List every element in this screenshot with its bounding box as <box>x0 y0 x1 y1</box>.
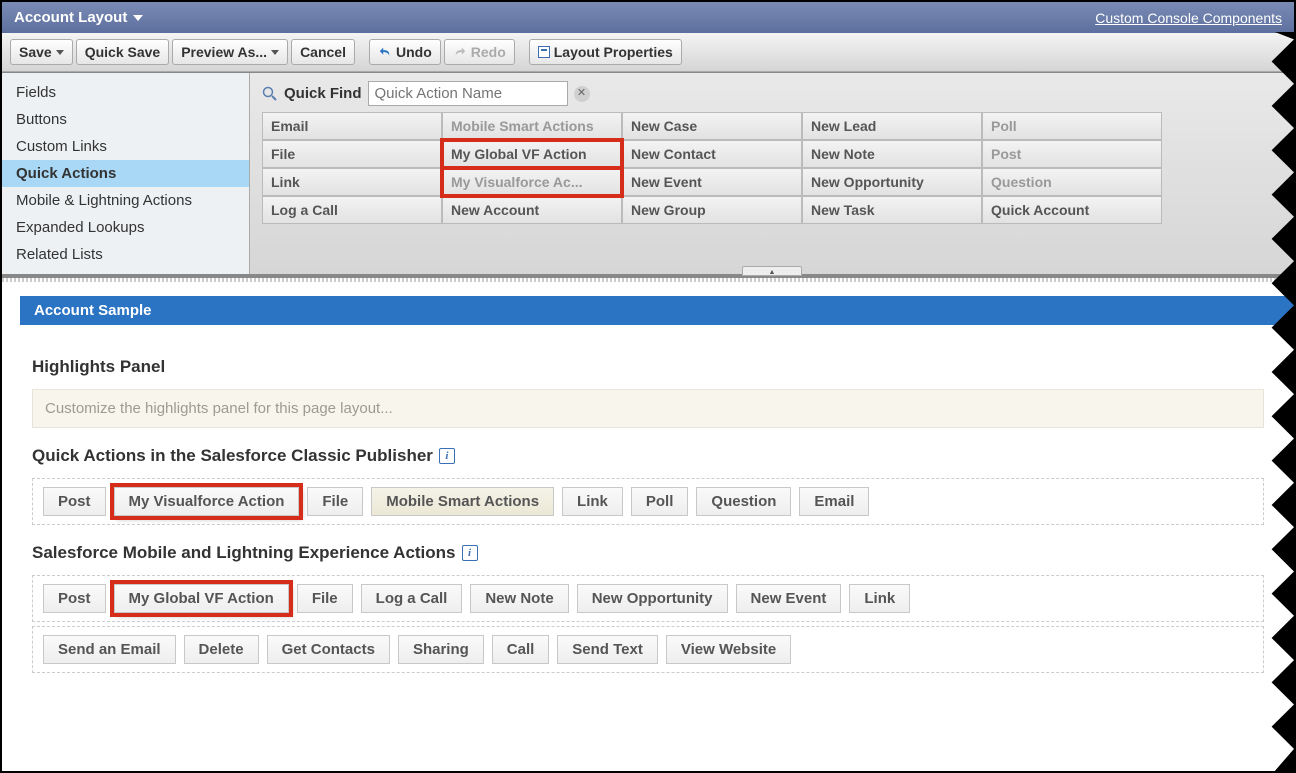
preview-as-button[interactable]: Preview As... <box>172 39 288 65</box>
undo-icon <box>378 45 392 59</box>
section-header: Account Sample <box>20 296 1294 325</box>
redo-button: Redo <box>444 39 515 65</box>
action-chip[interactable]: Link <box>562 487 623 516</box>
highlights-placeholder[interactable]: Customize the highlights panel for this … <box>32 389 1264 428</box>
chevron-down-icon <box>133 15 143 21</box>
layout-properties-button[interactable]: Layout Properties <box>529 39 682 65</box>
caret-down-icon <box>56 50 64 55</box>
palette-action[interactable]: Mobile Smart Actions <box>442 112 622 140</box>
palette-action[interactable]: New Account <box>442 196 622 224</box>
redo-icon <box>453 45 467 59</box>
action-chip[interactable]: File <box>307 487 363 516</box>
action-chip[interactable]: Send Text <box>557 635 658 664</box>
header-bar: Account Layout Custom Console Components <box>2 2 1294 33</box>
quick-find-label: Quick Find <box>284 85 362 102</box>
classic-actions-title: Quick Actions in the Salesforce Classic … <box>32 446 1264 466</box>
info-icon[interactable]: i <box>439 448 455 464</box>
action-chip[interactable]: Link <box>849 584 910 613</box>
action-grid: EmailMobile Smart ActionsNew CaseNew Lea… <box>262 112 1282 224</box>
cancel-button[interactable]: Cancel <box>291 39 355 65</box>
palette-main: Quick Find ✕ EmailMobile Smart ActionsNe… <box>250 73 1294 274</box>
action-chip[interactable]: Call <box>492 635 550 664</box>
custom-console-link[interactable]: Custom Console Components <box>1095 10 1282 26</box>
palette-action[interactable]: Post <box>982 140 1162 168</box>
sidebar-item[interactable]: Mobile & Lightning Actions <box>2 187 249 214</box>
toolbar: Save Quick Save Preview As... Cancel Und… <box>2 33 1294 72</box>
action-chip[interactable]: Sharing <box>398 635 484 664</box>
layout-title-dropdown[interactable]: Account Layout <box>14 9 143 26</box>
quick-save-button[interactable]: Quick Save <box>76 39 170 65</box>
sidebar-item[interactable]: Custom Links <box>2 133 249 160</box>
classic-actions-row[interactable]: Post My Visualforce ActionFile Mobile Smar… <box>32 478 1264 525</box>
palette-action[interactable]: New Opportunity <box>802 168 982 196</box>
action-chip[interactable]: Send an Email <box>43 635 176 664</box>
layout-editor-frame: Account Layout Custom Console Components… <box>0 0 1296 773</box>
palette-action[interactable]: Link <box>262 168 442 196</box>
action-chip[interactable]: Post <box>43 487 106 516</box>
action-chip[interactable]: Mobile Smart Actions <box>371 487 554 516</box>
palette-action[interactable]: New Lead <box>802 112 982 140</box>
sidebar-item[interactable]: Buttons <box>2 106 249 133</box>
lex-actions-row-2[interactable]: Send an Email Delete Get Contacts Sharing Ca… <box>32 626 1264 673</box>
palette-action[interactable]: Question <box>982 168 1162 196</box>
palette-action[interactable]: My Visualforce Ac... <box>442 168 622 196</box>
action-chip[interactable]: Email <box>799 487 869 516</box>
action-chip[interactable]: New Event <box>736 584 842 613</box>
palette-action[interactable]: New Case <box>622 112 802 140</box>
search-icon <box>262 86 278 102</box>
action-chip[interactable]: Get Contacts <box>267 635 390 664</box>
layout-canvas: Account Sample Highlights Panel Customiz… <box>2 296 1294 707</box>
quick-find-row: Quick Find ✕ <box>262 81 1282 106</box>
sidebar-item[interactable]: Quick Actions <box>2 160 249 187</box>
palette-action[interactable]: New Group <box>622 196 802 224</box>
quick-find-input[interactable] <box>368 81 568 106</box>
save-button[interactable]: Save <box>10 39 73 65</box>
divider <box>2 278 1294 282</box>
action-chip[interactable]: View Website <box>666 635 791 664</box>
layout-title: Account Layout <box>14 9 127 26</box>
action-chip[interactable]: Delete <box>184 635 259 664</box>
action-chip[interactable]: Question <box>696 487 791 516</box>
action-chip[interactable]: File <box>297 584 353 613</box>
lex-actions-title: Salesforce Mobile and Lightning Experien… <box>32 543 1264 563</box>
palette: FieldsButtonsCustom LinksQuick ActionsMo… <box>2 72 1294 278</box>
action-chip[interactable]: New Opportunity <box>577 584 728 613</box>
palette-action[interactable]: New Note <box>802 140 982 168</box>
layout-icon <box>538 46 550 58</box>
sidebar-item[interactable]: Fields <box>2 79 249 106</box>
lex-actions-row-1[interactable]: PostMy Global VF ActionFileLog a CallNew… <box>32 575 1264 622</box>
action-chip[interactable]: My Global VF Action <box>114 584 289 613</box>
action-chip[interactable]: Log a Call <box>361 584 463 613</box>
palette-action[interactable]: New Contact <box>622 140 802 168</box>
palette-action[interactable]: Email <box>262 112 442 140</box>
palette-action[interactable]: Quick Account <box>982 196 1162 224</box>
highlights-panel-title: Highlights Panel <box>32 357 1264 377</box>
clear-icon[interactable]: ✕ <box>574 86 590 102</box>
palette-action[interactable]: My Global VF Action <box>442 140 622 168</box>
action-chip[interactable]: Post <box>43 584 106 613</box>
drag-handle[interactable] <box>742 266 802 276</box>
sidebar-item[interactable]: Related Lists <box>2 241 249 268</box>
palette-action[interactable]: File <box>262 140 442 168</box>
action-chip[interactable]: My Visualforce Action <box>114 487 300 516</box>
sidebar-item[interactable]: Expanded Lookups <box>2 214 249 241</box>
action-chip[interactable]: New Note <box>470 584 568 613</box>
undo-button[interactable]: Undo <box>369 39 441 65</box>
info-icon[interactable]: i <box>462 545 478 561</box>
palette-action[interactable]: New Event <box>622 168 802 196</box>
palette-action[interactable]: Poll <box>982 112 1162 140</box>
action-chip[interactable]: Poll <box>631 487 689 516</box>
caret-down-icon <box>271 50 279 55</box>
palette-sidebar: FieldsButtonsCustom LinksQuick ActionsMo… <box>2 73 250 274</box>
palette-action[interactable]: New Task <box>802 196 982 224</box>
palette-action[interactable]: Log a Call <box>262 196 442 224</box>
